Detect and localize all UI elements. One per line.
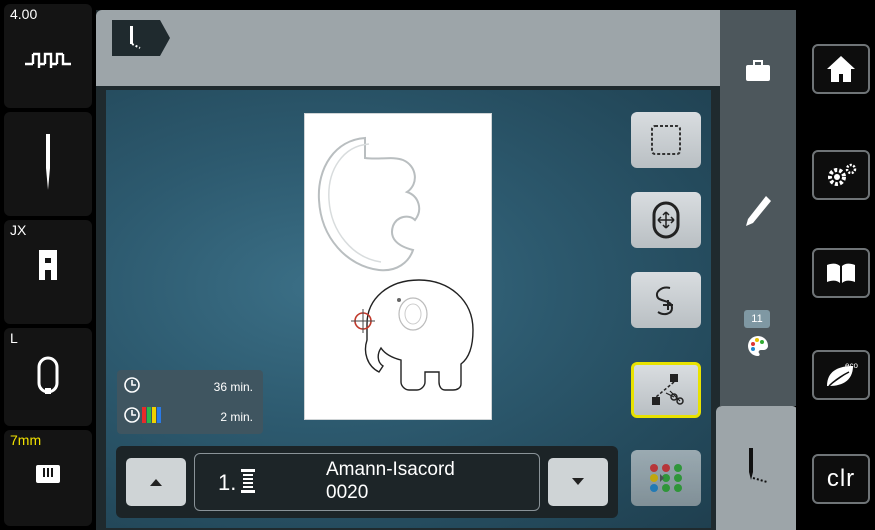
arrow-up-icon [150, 479, 162, 486]
color-dots-icon [650, 464, 682, 492]
needle-icon [4, 132, 92, 192]
needle-cell[interactable] [4, 112, 92, 216]
hoop-label: L [10, 330, 18, 346]
stitch-plate-label: 7mm [10, 432, 42, 448]
hoop-canvas[interactable] [304, 113, 492, 420]
stitch-time-info: 36 min. 2 min. [117, 370, 263, 434]
thread-spool-icon [241, 469, 255, 493]
presser-foot-cell[interactable]: JX [4, 220, 92, 324]
hoop-icon [4, 354, 92, 396]
guide-button[interactable] [812, 248, 870, 298]
clear-button[interactable]: clr [812, 454, 870, 504]
total-time-row: 36 min. [117, 374, 263, 400]
home-icon [827, 56, 855, 82]
svg-text:eco: eco [845, 361, 858, 370]
stitch-plate-cell[interactable]: 7mm [4, 430, 92, 526]
embroidery-tab[interactable] [110, 16, 172, 60]
move-hoop-button[interactable] [631, 192, 701, 248]
pencil-icon [746, 196, 771, 226]
thread-brand: Amann-Isacord [326, 459, 455, 480]
embroidery-mode-icon [720, 446, 796, 486]
hoop-move-icon [652, 201, 680, 239]
stitch-length-value: 4.00 [10, 6, 38, 22]
dashed-square-icon [651, 125, 681, 155]
thread-number: 1. [218, 470, 237, 495]
briefcase-icon [746, 60, 770, 81]
cut-jump-icon [652, 374, 684, 405]
thread-code: 0020 [326, 482, 369, 503]
cut-jump-stitch-button[interactable] [631, 362, 701, 418]
color-time-value: 2 min. [220, 410, 253, 424]
status-bar: 4.00 JX L 7mm [0, 0, 96, 530]
stitch-plate-icon [4, 464, 92, 484]
briefcase-button[interactable] [720, 60, 796, 82]
color-palette-button[interactable] [720, 334, 796, 358]
color-count-badge: 11 [744, 310, 770, 328]
gear-icon [828, 163, 857, 186]
stitch-length-cell[interactable]: 4.00 [4, 4, 92, 108]
clock-color-icon [124, 407, 161, 423]
next-color-button[interactable] [548, 458, 608, 506]
book-icon [827, 263, 855, 283]
clear-label: clr [826, 465, 856, 492]
presser-foot-icon [4, 248, 92, 282]
embroidery-design [317, 136, 474, 391]
top-header [96, 10, 720, 86]
select-frame-button[interactable] [631, 112, 701, 168]
color-time-row: 2 min. [117, 404, 263, 430]
hoop-cell[interactable]: L [4, 328, 92, 426]
total-time-value: 36 min. [213, 380, 253, 394]
eco-button[interactable]: eco [812, 350, 870, 400]
stitch-pattern-icon [4, 46, 92, 72]
stitch-path-button[interactable] [631, 272, 701, 328]
clock-icon [124, 377, 140, 393]
home-button[interactable] [812, 44, 870, 94]
color-sequence-button[interactable] [631, 450, 701, 506]
arrow-down-icon [572, 478, 584, 485]
stitch-path-icon [656, 286, 674, 316]
palette-icon [748, 336, 768, 356]
eco-leaf-icon: eco [827, 361, 858, 387]
previous-color-button[interactable] [126, 458, 186, 506]
edit-button[interactable] [720, 194, 796, 228]
settings-button[interactable] [812, 150, 870, 200]
presser-foot-label: JX [10, 222, 27, 238]
